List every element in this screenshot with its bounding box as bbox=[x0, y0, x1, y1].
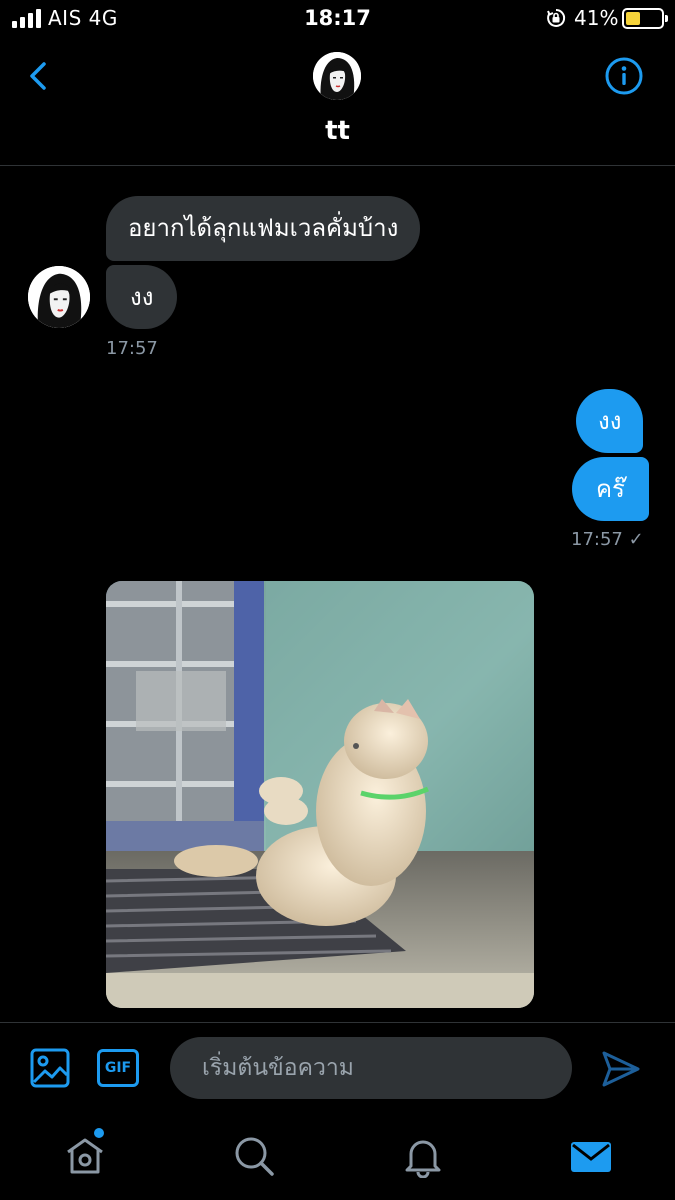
outgoing-message[interactable]: คร๊ bbox=[572, 457, 649, 521]
messages-icon[interactable] bbox=[569, 1134, 613, 1178]
outgoing-message[interactable]: งง bbox=[576, 389, 644, 453]
contact-name: tt bbox=[325, 116, 350, 146]
status-bar: AIS 4G 18:17 41% bbox=[0, 0, 675, 40]
info-button[interactable] bbox=[604, 56, 644, 96]
orientation-lock-icon bbox=[547, 8, 566, 27]
message-text: อยากได้ลุกแฟมเวลคั่มบ้าง bbox=[128, 214, 399, 242]
message-text: งง bbox=[130, 283, 154, 311]
message-input[interactable] bbox=[170, 1037, 572, 1099]
incoming-message[interactable]: งง bbox=[106, 265, 178, 329]
photo-message[interactable] bbox=[106, 581, 534, 1008]
message-timestamp: 17:57 bbox=[106, 338, 158, 359]
message-timestamp: 17:57 ✓ bbox=[571, 529, 644, 550]
image-icon[interactable] bbox=[30, 1048, 70, 1088]
contact-avatar[interactable] bbox=[313, 52, 361, 100]
incoming-message[interactable]: อยากได้ลุกแฟมเวลคั่มบ้าง bbox=[106, 196, 421, 261]
message-composer: GIF bbox=[0, 1022, 675, 1112]
tab-bar bbox=[0, 1112, 675, 1200]
notifications-icon[interactable] bbox=[401, 1134, 445, 1178]
message-text: คร๊ bbox=[596, 475, 625, 503]
battery-percent: 41% bbox=[574, 6, 619, 30]
message-text: งง bbox=[598, 407, 622, 435]
sender-avatar[interactable] bbox=[28, 266, 90, 328]
home-notification-dot bbox=[94, 1128, 104, 1138]
back-button[interactable] bbox=[22, 56, 62, 96]
home-icon[interactable] bbox=[63, 1134, 107, 1178]
conversation-header: tt bbox=[0, 40, 675, 166]
battery-icon bbox=[622, 8, 668, 29]
send-icon[interactable] bbox=[600, 1049, 642, 1089]
gif-button[interactable]: GIF bbox=[97, 1049, 139, 1087]
search-icon[interactable] bbox=[232, 1134, 276, 1178]
